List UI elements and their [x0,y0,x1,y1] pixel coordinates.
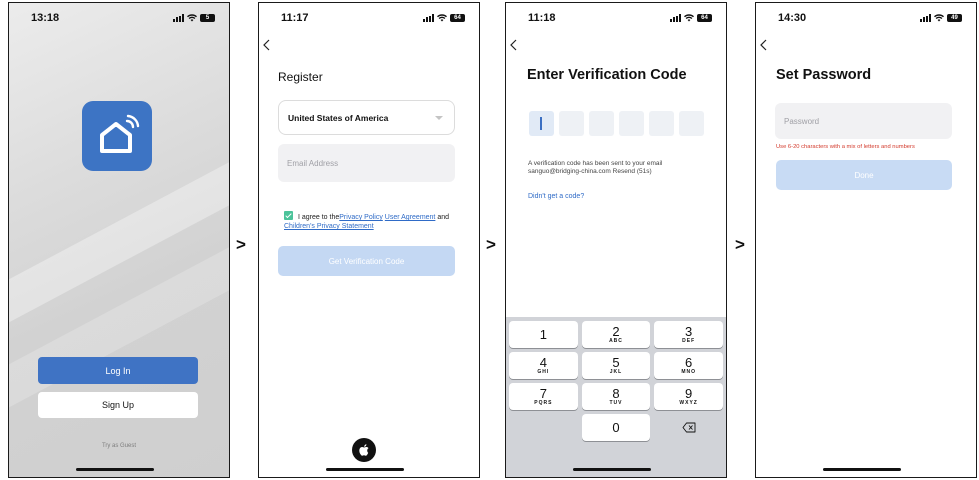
set-password-screen: 14:30 49 Set Password Password Use 6-20 … [755,2,977,478]
wifi-icon [437,14,447,22]
flow-arrow: > [236,235,246,254]
status-bar: 11:18 64 [506,3,726,33]
try-as-guest-link[interactable]: Try as Guest [9,443,229,449]
home-indicator[interactable] [573,468,651,471]
sign-up-button[interactable]: Sign Up [38,392,198,418]
agreement-text: I agree to thePrivacy Policy User Agreem… [284,211,456,231]
back-chevron-icon[interactable] [759,39,768,51]
verification-code-input[interactable] [529,111,704,136]
apple-icon [358,444,368,456]
and-text: and [435,214,450,221]
agree-prefix: I agree to the [298,214,340,221]
didnt-get-code-link[interactable]: Didn't get a code? [528,193,584,200]
battery-icon: 64 [450,14,465,22]
email-placeholder: Email Address [287,158,339,168]
code-digit-box[interactable] [559,111,584,136]
key-5[interactable]: 5 JKL [581,352,651,379]
key-3[interactable]: 3 DEF [654,321,723,348]
page-title: Register [278,70,323,84]
register-screen: 11:17 64 Register United States of Ameri… [258,2,480,478]
signal-icon [173,14,184,22]
home-indicator[interactable] [823,468,901,471]
privacy-policy-link[interactable]: Privacy Policy [339,214,383,221]
status-bar: 11:17 64 [259,3,479,33]
key-blank [509,414,578,441]
key-2[interactable]: 2 ABC [581,321,651,348]
page-title: Enter Verification Code [527,67,687,83]
key-4[interactable]: 4 GHI [509,352,578,379]
key-7[interactable]: 7 PQRS [509,383,578,410]
delete-key[interactable] [654,414,723,441]
back-chevron-icon[interactable] [509,39,518,51]
flow-arrow: > [486,235,496,254]
country-value: United States of America [288,112,389,123]
signal-icon [670,14,681,22]
wifi-icon [684,14,694,22]
status-time: 11:17 [281,12,309,24]
key-0[interactable]: 0 [581,414,651,441]
battery-icon: 64 [697,14,712,22]
code-digit-box[interactable] [679,111,704,136]
key-1[interactable]: 1 [509,321,578,348]
flow-arrow: > [735,235,745,254]
battery-icon: 5 [200,14,215,22]
smart-home-icon [82,101,152,171]
signal-icon [920,14,931,22]
verification-screen: 11:18 64 Enter Verification Code A verif… [505,2,727,478]
code-digit-box[interactable] [649,111,674,136]
key-8[interactable]: 8 TUV [581,383,651,410]
battery-icon: 49 [947,14,962,22]
agree-checkbox[interactable] [284,211,293,220]
get-verification-code-button[interactable]: Get Verification Code [278,246,455,276]
wifi-icon [934,14,944,22]
status-bar: 14:30 49 [756,3,976,33]
status-time: 11:18 [528,12,556,24]
email-field[interactable]: Email Address [278,144,455,182]
apple-sign-in-button[interactable] [352,438,376,462]
home-indicator[interactable] [76,468,154,471]
welcome-screen: 13:18 5 Log In Sign Up Try as Guest [8,2,230,478]
chevron-down-icon [435,115,443,120]
wifi-icon [187,14,197,22]
page-title: Set Password [776,67,872,83]
password-field[interactable]: Password [775,103,952,139]
childrens-privacy-link[interactable]: Children's Privacy Statement [284,223,374,230]
code-digit-box[interactable] [619,111,644,136]
status-time: 13:18 [31,12,60,24]
status-bar: 13:18 5 [9,3,229,33]
user-agreement-link[interactable]: User Agreement [385,214,436,221]
code-sent-message: A verification code has been sent to you… [528,160,663,175]
code-digit-box[interactable] [589,111,614,136]
password-placeholder: Password [784,116,820,126]
key-9[interactable]: 9 WXYZ [654,383,723,410]
numeric-keypad: 1 2 ABC 3 DEF 4 GHI 5 JKL 6 MNO 7 PQRS 8 TUV 9W… [506,317,726,477]
home-indicator[interactable] [326,468,404,471]
country-select[interactable]: United States of America [278,100,455,135]
status-time: 14:30 [778,12,807,24]
done-button[interactable]: Done [776,160,952,190]
delete-key-icon [682,422,696,433]
key-6[interactable]: 6 MNO [654,352,723,379]
back-chevron-icon[interactable] [262,39,271,51]
code-digit-box[interactable] [529,111,554,136]
signal-icon [423,14,434,22]
log-in-button[interactable]: Log In [38,357,198,384]
password-hint: Use 6-20 characters with a mix of letter… [776,144,915,150]
